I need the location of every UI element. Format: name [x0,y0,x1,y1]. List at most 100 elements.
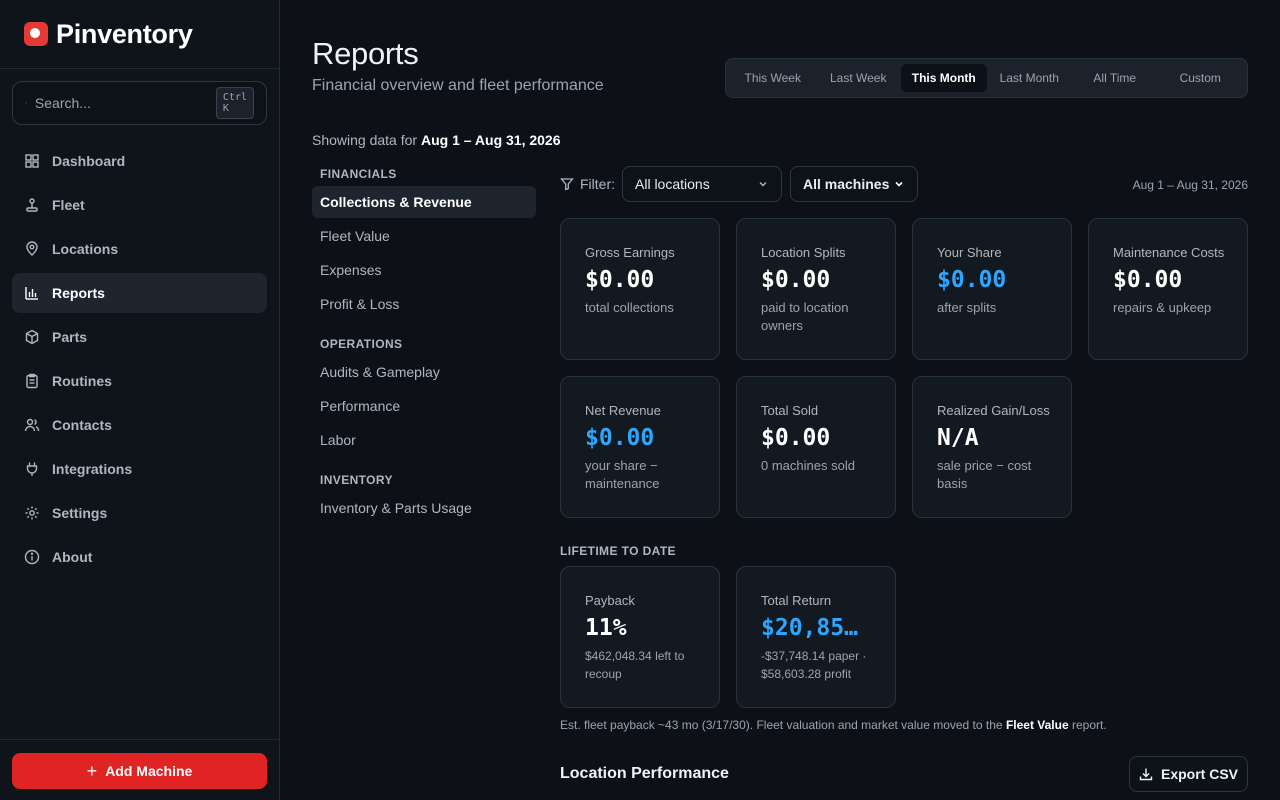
footnote-suffix: report. [1071,718,1107,732]
sidebar-item-label: Dashboard [52,153,126,169]
sidebar-item-fleet[interactable]: Fleet [12,185,267,225]
sidebar-item-label: About [52,549,93,565]
sidebar-item-contacts[interactable]: Contacts [12,405,267,445]
card-label: Total Return [761,593,832,608]
stat-card-total-sold: Total Sold $0.00 0 machines sold [736,376,896,518]
showing-range: Aug 1 – Aug 31, 2026 [420,132,561,148]
card-value: $0.00 [761,267,831,293]
joystick-icon [26,198,38,212]
machines-select-value: All machines [803,176,890,192]
report-nav-collections-revenue[interactable]: Collections & Revenue [312,186,536,218]
card-label: Your Share [937,245,1002,260]
card-sub: sale price − cost basis [937,458,1032,491]
sidebar-item-reports[interactable]: Reports [12,273,267,313]
sidebar-item-label: Routines [52,373,112,389]
card-value: $0.00 [937,267,1007,293]
card-label: Gross Earnings [585,245,675,260]
stat-card-total-return: Total Return $20,85… -$37,748.14 paper ·… [736,566,896,708]
report-nav-section-inventory: INVENTORY [320,473,393,487]
filter-date-range: Aug 1 – Aug 31, 2026 [1132,178,1248,192]
report-nav-performance[interactable]: Performance [312,390,536,422]
sidebar-item-label: Parts [52,329,88,345]
add-machine-button[interactable]: + Add Machine [12,753,267,789]
sidebar-nav: Dashboard Fleet Locations Reports Parts … [12,141,267,581]
tab-last-month[interactable]: Last Month [987,64,1073,92]
brand-divider [0,68,279,69]
brand[interactable]: Pinventory [24,18,193,50]
machines-select[interactable]: All machines [790,166,918,202]
search-shortcut: Ctrl K [215,87,254,119]
sidebar-item-parts[interactable]: Parts [12,317,267,357]
stat-card-gross-earnings: Gross Earnings $0.00 total collections [560,218,720,360]
card-value: $0.00 [585,267,655,293]
report-nav-labor[interactable]: Labor [312,424,536,456]
stat-card-location-splits: Location Splits $0.00 paid to location o… [736,218,896,360]
report-nav-expenses[interactable]: Expenses [312,254,536,286]
card-sub: total collections [585,300,674,315]
map-pin-icon [26,241,38,256]
card-value: $0.00 [761,425,831,451]
card-sub: paid to location owners [761,300,849,333]
search-input[interactable] [34,95,216,111]
card-sub: your share − maintenance [585,458,660,491]
sidebar-item-about[interactable]: About [12,537,267,577]
sidebar-item-settings[interactable]: Settings [12,493,267,533]
sidebar-item-routines[interactable]: Routines [12,361,267,401]
page-title: Reports [312,36,419,71]
download-icon [1139,768,1153,781]
users-icon [24,418,40,432]
card-label: Total Sold [761,403,819,418]
tab-this-month[interactable]: This Month [901,64,987,92]
info-icon [24,549,40,565]
stat-card-realized-gain-loss: Realized Gain/Loss N/A sale price − cost… [912,376,1072,518]
clipboard-icon [26,373,38,389]
sidebar-item-integrations[interactable]: Integrations [12,449,267,489]
card-sub: 0 machines sold [761,458,855,473]
plug-icon [26,462,38,476]
tab-last-week[interactable]: Last Week [816,64,902,92]
card-label: Net Revenue [585,403,661,418]
card-value: $20,85… [761,615,858,641]
sidebar-item-label: Settings [52,505,108,521]
search-box[interactable]: Ctrl K [12,81,267,125]
card-label: Payback [585,593,635,608]
plus-icon: + [86,761,98,781]
stat-card-net-revenue: Net Revenue $0.00 your share − maintenan… [560,376,720,518]
tab-custom[interactable]: Custom [1158,64,1244,92]
card-value: $0.00 [585,425,655,451]
stat-card-payback: Payback 11% $462,048.34 left to recoup [560,566,720,708]
report-nav-audits-gameplay[interactable]: Audits & Gameplay [312,356,536,388]
tab-all-time[interactable]: All Time [1072,64,1158,92]
dashboard-icon [25,154,39,168]
filter-icon [560,178,574,191]
location-select[interactable]: All locations [622,166,782,202]
sidebar-item-locations[interactable]: Locations [12,229,267,269]
export-csv-button[interactable]: Export CSV [1129,756,1248,792]
sidebar-item-label: Fleet [52,197,85,213]
page-subtitle: Financial overview and fleet performance [312,77,604,94]
report-nav-section-operations: OPERATIONS [320,337,403,351]
card-value: N/A [937,425,979,451]
showing-data-text: Showing data for Aug 1 – Aug 31, 2026 [312,132,561,148]
sidebar-item-dashboard[interactable]: Dashboard [12,141,267,181]
sidebar-item-label: Contacts [52,417,112,433]
pin-logo-icon [24,22,48,46]
fleet-value-link[interactable]: Fleet Value [1006,718,1069,732]
footnote-text: Est. fleet payback ~43 mo (3/17/30). Fle… [560,718,1003,732]
report-nav-fleet-value[interactable]: Fleet Value [312,220,536,252]
tab-this-week[interactable]: This Week [730,64,816,92]
payback-footnote: Est. fleet payback ~43 mo (3/17/30). Fle… [560,718,1107,732]
box-icon [25,329,39,345]
chevron-down-icon [895,181,903,187]
add-machine-label: Add Machine [105,763,193,779]
export-csv-label: Export CSV [1160,766,1238,782]
brand-name: Pinventory [56,18,193,49]
card-label: Maintenance Costs [1113,245,1225,260]
report-nav-inventory-parts[interactable]: Inventory & Parts Usage [312,492,536,524]
sidebar-item-label: Integrations [52,461,133,477]
card-sub: -$37,748.14 paper · $58,603.28 profit [761,649,867,681]
card-label: Realized Gain/Loss [937,403,1050,418]
card-sub: after splits [937,300,997,315]
report-nav-profit-loss[interactable]: Profit & Loss [312,288,536,320]
gear-icon [25,506,39,520]
